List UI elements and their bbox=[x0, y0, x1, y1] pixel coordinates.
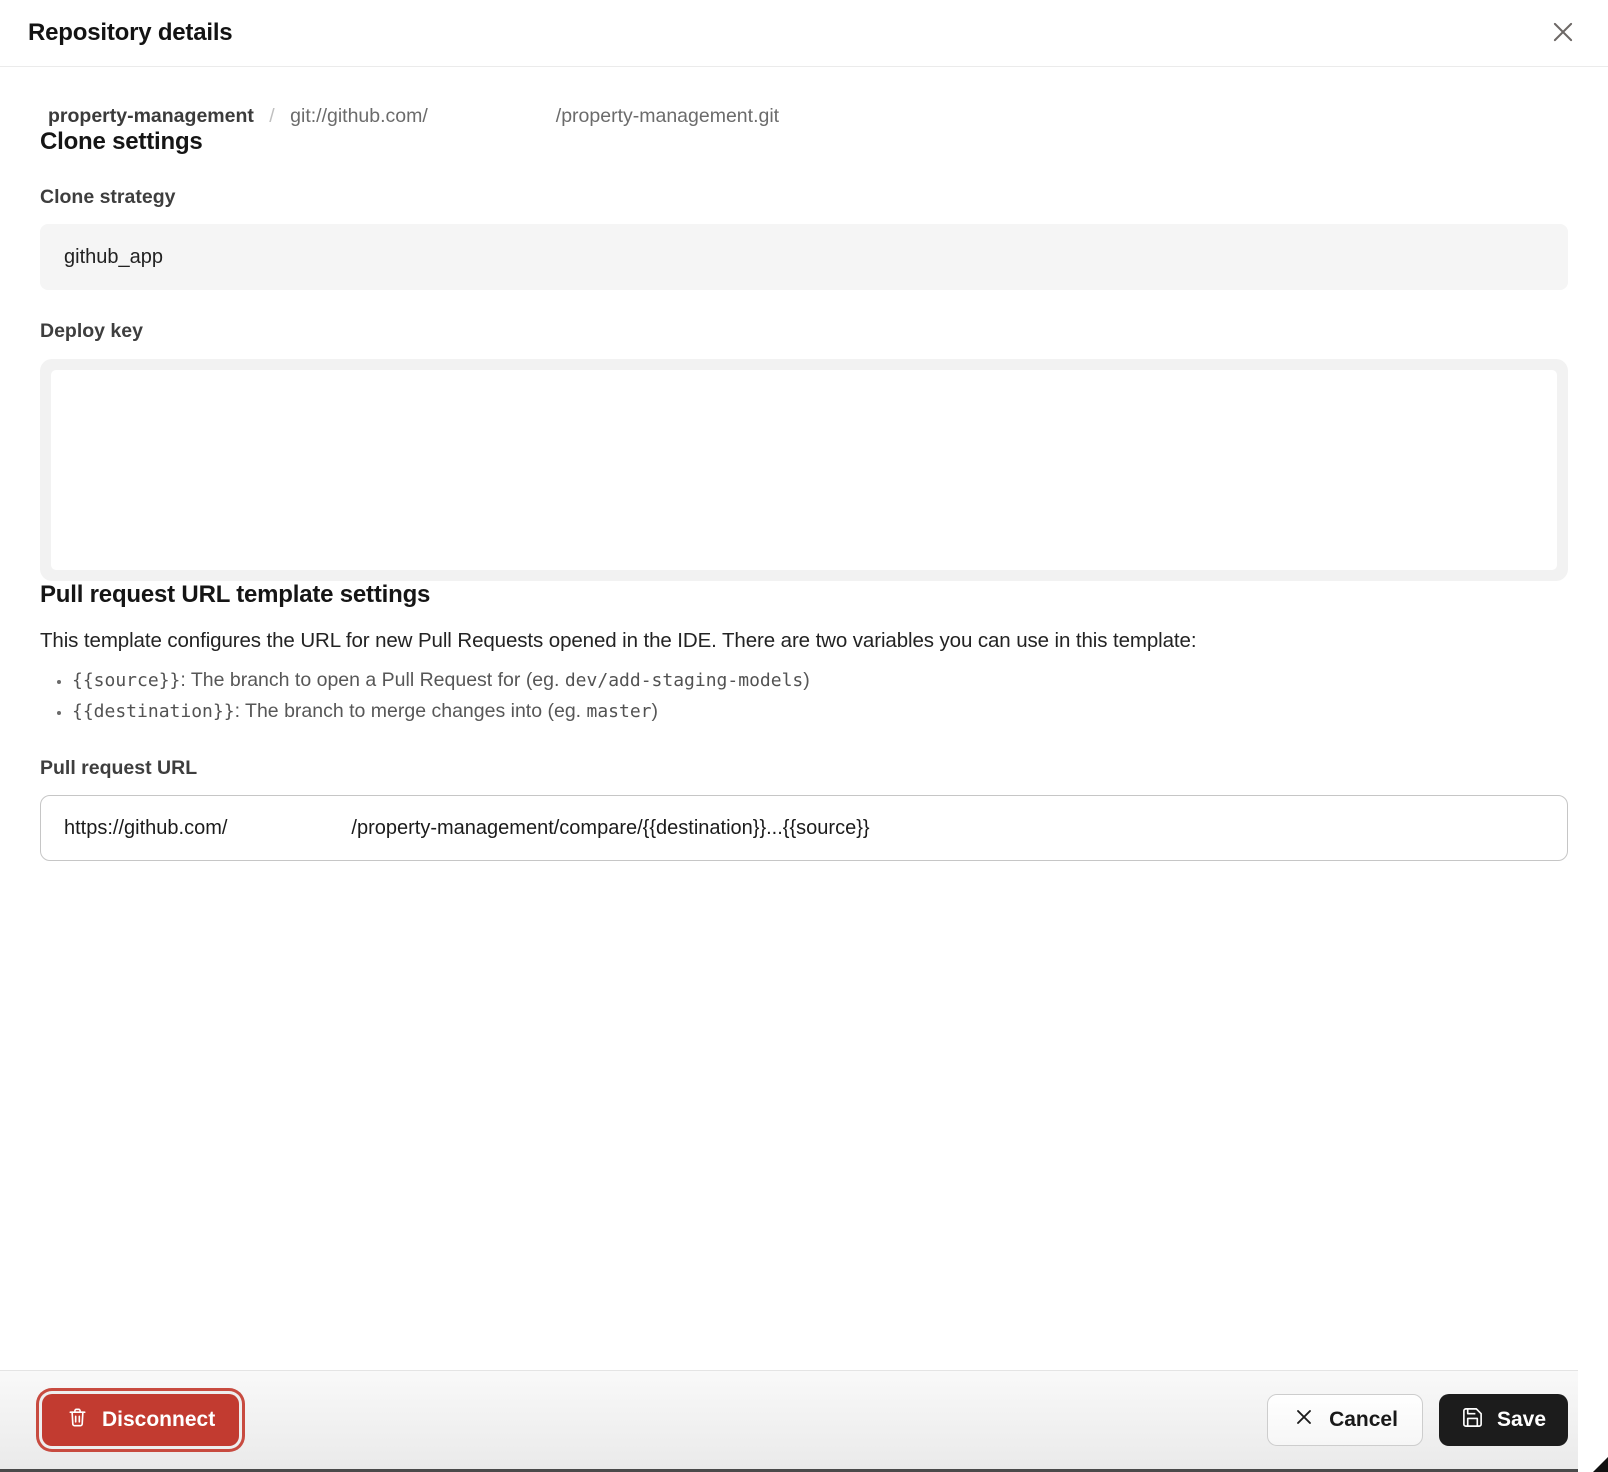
cancel-button-label: Cancel bbox=[1329, 1408, 1398, 1432]
pull-request-url-label: Pull request URL bbox=[40, 757, 1568, 780]
source-variable-text: : The branch to open a Pull Request for … bbox=[180, 669, 564, 691]
floppy-disk-icon bbox=[1461, 1406, 1484, 1435]
modal-body: property-management / git://github.com/ /… bbox=[0, 105, 1608, 861]
pull-request-url-input[interactable]: https://github.com/ /property-management/… bbox=[40, 795, 1568, 861]
clone-strategy-label: Clone strategy bbox=[40, 186, 1568, 209]
pr-template-heading: Pull request URL template settings bbox=[40, 581, 1568, 609]
url-value-prefix: https://github.com/ bbox=[64, 817, 227, 840]
trash-icon bbox=[66, 1406, 89, 1435]
redacted-org-name bbox=[227, 828, 351, 829]
clone-settings-heading: Clone settings bbox=[40, 128, 1568, 156]
redacted-org-name bbox=[428, 121, 556, 122]
save-button[interactable]: Save bbox=[1439, 1394, 1568, 1446]
x-icon bbox=[1292, 1405, 1316, 1435]
close-button[interactable] bbox=[1546, 15, 1580, 52]
deploy-key-well bbox=[40, 359, 1568, 581]
clone-strategy-field: github_app bbox=[40, 224, 1568, 290]
cancel-button[interactable]: Cancel bbox=[1267, 1394, 1423, 1446]
source-variable-code: {{source}} bbox=[72, 670, 180, 691]
breadcrumb-repo-name: property-management bbox=[48, 105, 254, 127]
disconnect-button-label: Disconnect bbox=[102, 1408, 215, 1432]
repository-details-modal: Repository details property-management /… bbox=[0, 0, 1608, 861]
list-item: {{source}}: The branch to open a Pull Re… bbox=[72, 665, 1568, 696]
footer-actions: Cancel Save bbox=[1267, 1394, 1568, 1446]
destination-variable-text: : The branch to merge changes into (eg. bbox=[235, 700, 587, 722]
template-variable-list: {{source}}: The branch to open a Pull Re… bbox=[40, 665, 1568, 727]
clone-strategy-value: github_app bbox=[64, 246, 163, 269]
disconnect-button[interactable]: Disconnect bbox=[42, 1394, 239, 1446]
modal-header: Repository details bbox=[0, 0, 1608, 67]
breadcrumb-url-prefix: git://github.com/ bbox=[290, 105, 428, 127]
breadcrumb-url-suffix: /property-management.git bbox=[556, 105, 779, 127]
url-value-suffix: /property-management/compare/{{destinati… bbox=[351, 817, 869, 840]
save-button-label: Save bbox=[1497, 1408, 1546, 1432]
destination-variable-text-end: ) bbox=[652, 700, 659, 722]
deploy-key-textarea[interactable] bbox=[51, 370, 1557, 570]
list-item: {{destination}}: The branch to merge cha… bbox=[72, 696, 1568, 727]
breadcrumb: property-management / git://github.com/ /… bbox=[40, 105, 1568, 128]
destination-variable-code: {{destination}} bbox=[72, 701, 235, 722]
destination-variable-example: master bbox=[587, 701, 652, 722]
modal-footer: Disconnect Cancel S bbox=[0, 1370, 1608, 1469]
pr-template-description: This template configures the URL for new… bbox=[40, 629, 1568, 653]
page-title: Repository details bbox=[28, 19, 232, 47]
source-variable-text-end: ) bbox=[803, 669, 810, 691]
source-variable-example: dev/add-staging-models bbox=[565, 670, 803, 691]
breadcrumb-separator: / bbox=[269, 105, 274, 127]
close-icon bbox=[1548, 17, 1578, 50]
deploy-key-label: Deploy key bbox=[40, 320, 1568, 343]
window-right-gutter bbox=[1578, 1369, 1608, 1469]
